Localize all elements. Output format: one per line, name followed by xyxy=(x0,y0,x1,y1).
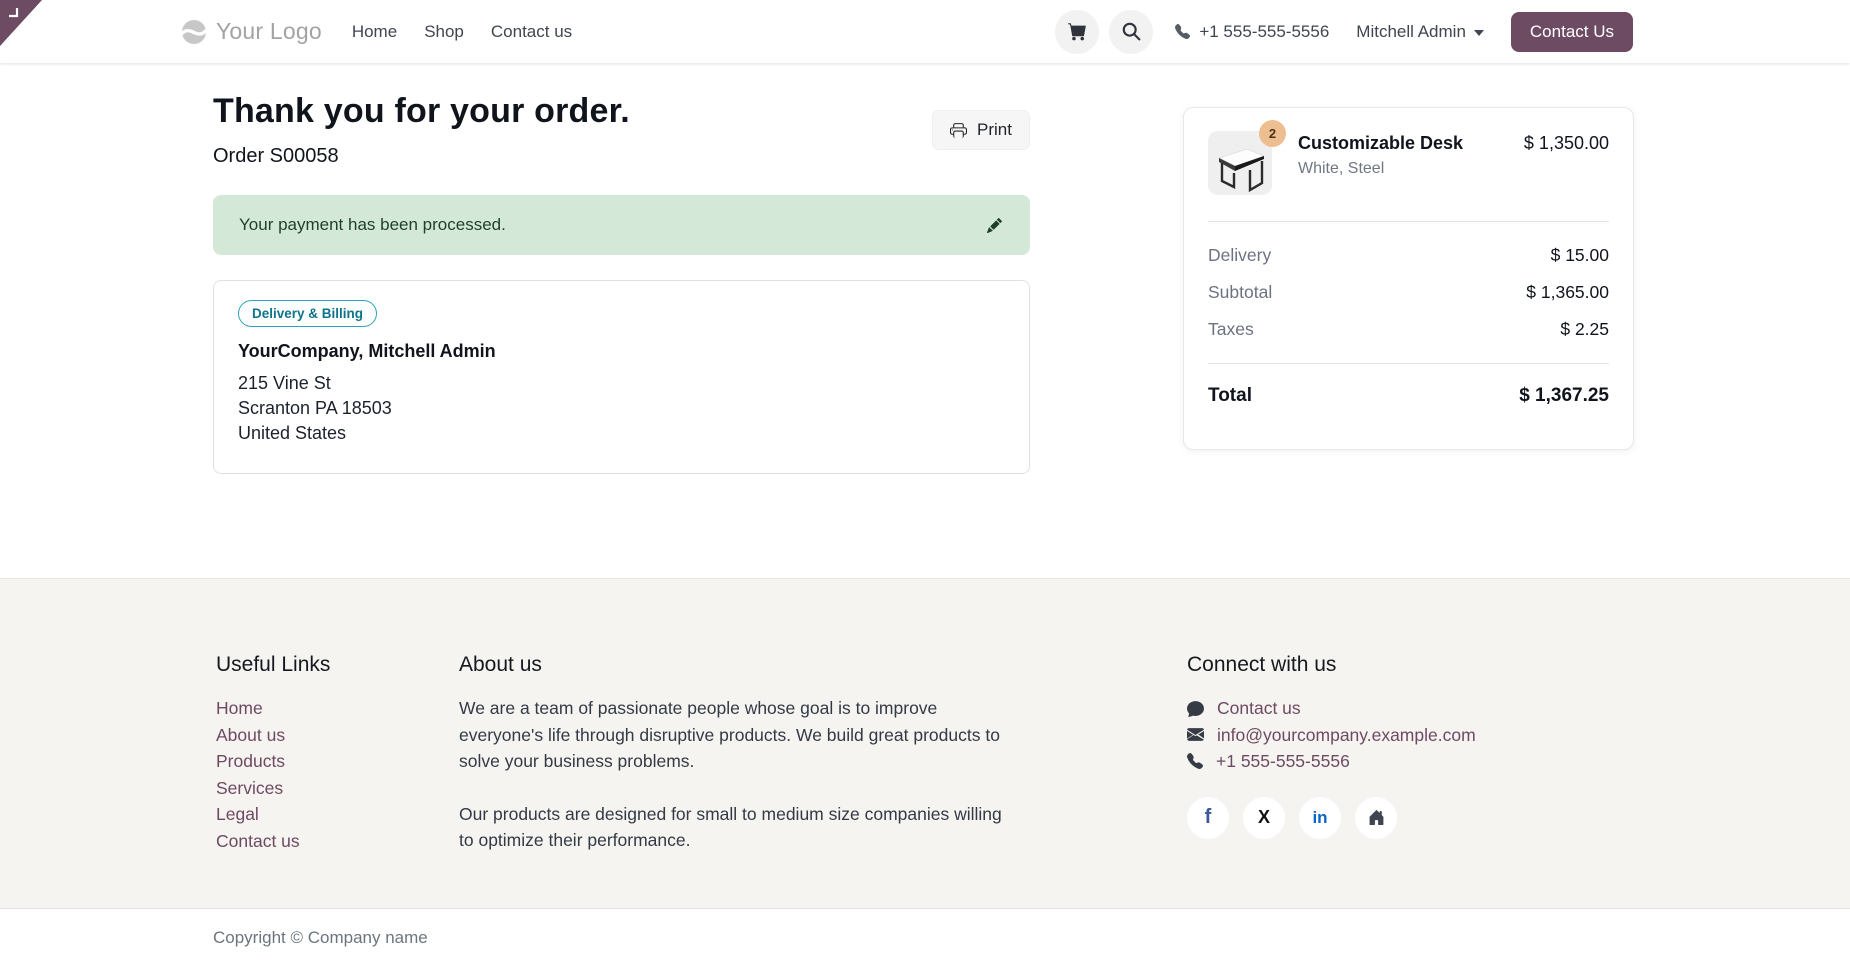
product-variant: White, Steel xyxy=(1298,160,1512,178)
linkedin-button[interactable]: in xyxy=(1299,797,1341,839)
main-nav: Home Shop Contact us xyxy=(352,22,572,42)
footer-useful-links: Useful Links Home About us Products Serv… xyxy=(216,653,459,908)
search-icon xyxy=(1122,22,1141,41)
social-links: f X in xyxy=(1187,797,1634,839)
user-menu-label: Mitchell Admin xyxy=(1356,22,1466,42)
print-button-label: Print xyxy=(977,120,1012,140)
footer-contact-link[interactable]: Contact us xyxy=(1187,695,1634,722)
search-button[interactable] xyxy=(1109,10,1153,54)
product-name: Customizable Desk xyxy=(1298,133,1512,154)
totals-label: Subtotal xyxy=(1208,282,1272,303)
footer: Useful Links Home About us Products Serv… xyxy=(0,578,1850,908)
cart-icon xyxy=(1068,22,1087,41)
summary-divider xyxy=(1208,363,1609,364)
footer-link-services[interactable]: Services xyxy=(216,775,459,802)
footer-about-title: About us xyxy=(459,653,1004,677)
delivery-billing-badge: Delivery & Billing xyxy=(238,300,377,327)
home-icon xyxy=(1368,809,1385,826)
recipient-name: YourCompany, Mitchell Admin xyxy=(238,341,1005,362)
footer-about-paragraph: Our products are designed for small to m… xyxy=(459,801,1004,854)
website-home-button[interactable] xyxy=(1355,797,1397,839)
site-logo[interactable]: Your Logo xyxy=(181,18,322,45)
x-twitter-button[interactable]: X xyxy=(1243,797,1285,839)
backend-editor-corner-ribbon[interactable] xyxy=(0,0,42,46)
footer-contact-label: Contact us xyxy=(1217,695,1301,722)
address-line: 215 Vine St xyxy=(238,371,1005,396)
totals-row-taxes: Taxes $ 2.25 xyxy=(1208,319,1609,340)
facebook-icon: f xyxy=(1205,806,1212,829)
totals-value: $ 15.00 xyxy=(1551,245,1609,266)
address-line: Scranton PA 18503 xyxy=(238,396,1005,421)
linkedin-icon: in xyxy=(1312,808,1327,828)
header-phone-number: +1 555-555-5556 xyxy=(1199,22,1329,42)
main-content: Thank you for your order. Order S00058 P… xyxy=(0,63,1850,578)
footer-link-contact-us[interactable]: Contact us xyxy=(216,828,459,855)
totals-label: Taxes xyxy=(1208,319,1254,340)
footer-email-link[interactable]: info@yourcompany.example.com xyxy=(1187,722,1634,749)
footer-email-label: info@yourcompany.example.com xyxy=(1217,722,1476,749)
totals-label: Delivery xyxy=(1208,245,1271,266)
confirmation-column: Thank you for your order. Order S00058 P… xyxy=(213,92,1030,578)
order-reference: Order S00058 xyxy=(213,145,630,168)
footer-connect: Connect with us Contact us info@yourcomp… xyxy=(1187,653,1634,908)
phone-icon xyxy=(1175,24,1190,39)
header-actions: +1 555-555-5556 Mitchell Admin Contact U… xyxy=(1045,10,1633,54)
envelope-icon xyxy=(1187,726,1204,743)
phone-icon xyxy=(1187,753,1203,769)
copyright-text: Copyright © Company name xyxy=(213,928,428,948)
totals-row-total: Total $ 1,367.25 xyxy=(1208,385,1609,407)
footer-phone-link[interactable]: +1 555-555-5556 xyxy=(1187,748,1634,775)
quantity-badge: 2 xyxy=(1259,120,1286,147)
corner-elbow-icon xyxy=(7,6,21,20)
cart-button[interactable] xyxy=(1055,10,1099,54)
header-phone-link[interactable]: +1 555-555-5556 xyxy=(1175,22,1329,42)
recipient-address: 215 Vine St Scranton PA 18503 United Sta… xyxy=(238,371,1005,446)
total-value: $ 1,367.25 xyxy=(1519,385,1609,407)
payment-status-alert: Your payment has been processed. xyxy=(213,195,1030,255)
totals-value: $ 2.25 xyxy=(1560,319,1609,340)
footer-links-title: Useful Links xyxy=(216,653,459,677)
edit-message-button[interactable] xyxy=(985,216,1004,235)
payment-status-text: Your payment has been processed. xyxy=(239,215,506,235)
footer-connect-title: Connect with us xyxy=(1187,653,1634,677)
product-price: $ 1,350.00 xyxy=(1524,131,1609,154)
footer-about: About us We are a team of passionate peo… xyxy=(459,653,1004,908)
summary-divider xyxy=(1208,221,1609,222)
logo-sphere-icon xyxy=(181,19,207,45)
totals-section: Delivery $ 15.00 Subtotal $ 1,365.00 Tax… xyxy=(1208,245,1609,340)
chat-icon xyxy=(1187,700,1204,717)
logo-text: Your Logo xyxy=(216,18,322,45)
order-summary-card: 2 Customizable Desk White, Steel $ 1,350… xyxy=(1183,107,1634,450)
footer-link-about-us[interactable]: About us xyxy=(216,722,459,749)
nav-item-contact-us[interactable]: Contact us xyxy=(491,22,572,42)
order-line-item: 2 Customizable Desk White, Steel $ 1,350… xyxy=(1208,131,1609,195)
x-twitter-icon: X xyxy=(1258,807,1270,828)
nav-item-home[interactable]: Home xyxy=(352,22,397,42)
total-label: Total xyxy=(1208,385,1252,407)
print-button[interactable]: Print xyxy=(932,110,1030,150)
totals-row-subtotal: Subtotal $ 1,365.00 xyxy=(1208,282,1609,303)
printer-icon xyxy=(950,122,967,139)
totals-value: $ 1,365.00 xyxy=(1526,282,1609,303)
facebook-button[interactable]: f xyxy=(1187,797,1229,839)
chevron-down-icon xyxy=(1474,30,1484,36)
totals-row-delivery: Delivery $ 15.00 xyxy=(1208,245,1609,266)
footer-link-products[interactable]: Products xyxy=(216,748,459,775)
page-title: Thank you for your order. xyxy=(213,92,630,131)
copyright-bar: Copyright © Company name xyxy=(0,908,1850,966)
contact-us-button[interactable]: Contact Us xyxy=(1511,12,1633,52)
footer-link-legal[interactable]: Legal xyxy=(216,801,459,828)
footer-phone-label: +1 555-555-5556 xyxy=(1216,748,1350,775)
address-line: United States xyxy=(238,421,1005,446)
top-navbar: Your Logo Home Shop Contact us +1 555-55… xyxy=(0,0,1850,63)
delivery-billing-card: Delivery & Billing YourCompany, Mitchell… xyxy=(213,280,1030,474)
footer-link-home[interactable]: Home xyxy=(216,695,459,722)
pencil-icon xyxy=(987,218,1002,233)
nav-item-shop[interactable]: Shop xyxy=(424,22,464,42)
footer-about-paragraph: We are a team of passionate people whose… xyxy=(459,695,1004,775)
user-menu-dropdown[interactable]: Mitchell Admin xyxy=(1356,22,1484,42)
